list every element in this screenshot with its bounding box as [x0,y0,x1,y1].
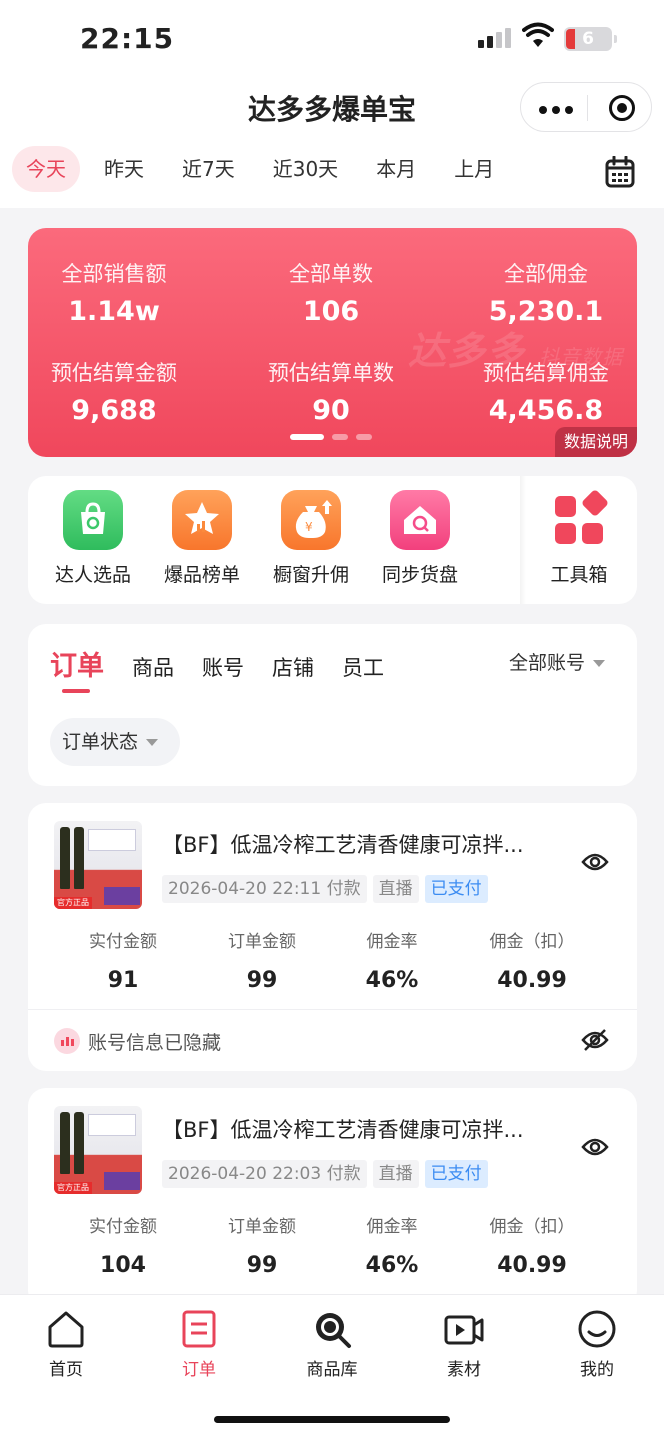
data-explain-button[interactable]: 数据说明 [555,427,637,457]
tab-orders[interactable]: 订单 [50,644,104,693]
chart-badge-icon [54,1028,80,1054]
order-channel: 直播 [372,875,419,903]
stat-est-orders: 预估结算单数 90 [268,361,394,426]
svg-text:¥: ¥ [305,520,313,534]
status-badge: 已支付 [424,875,488,903]
video-camera-icon [444,1315,484,1345]
order-status-dropdown[interactable]: 订单状态 [50,718,180,766]
tool-influencer-selection[interactable]: 达人选品 [45,490,141,587]
date-tab-yesterday[interactable]: 昨天 [90,146,158,192]
calendar-icon[interactable] [605,156,635,188]
tool-hot-ranking[interactable]: 爆品榜单 [154,490,250,587]
smile-icon [578,1310,616,1348]
order-channel: 直播 [372,1160,419,1188]
product-thumbnail: 官方正品 [54,821,142,909]
quick-tools: 达人选品 爆品榜单 ¥ 橱窗升佣 同步货盘 工具箱 [28,476,637,604]
tab-staff[interactable]: 员工 [342,652,384,682]
tab-accounts[interactable]: 账号 [202,652,244,682]
fig-commission: 佣金（扣） 40.99 [489,932,575,993]
account-dropdown[interactable]: 全部账号 [509,648,605,675]
home-icon [48,1311,84,1348]
carousel-dots [290,434,372,440]
fig-order-amount: 订单金额 99 [228,1217,296,1278]
date-range-bar: 今天 昨天 近7天 近30天 本月 上月 [0,138,664,208]
eye-off-icon[interactable] [581,1028,609,1052]
battery-icon: 6 [564,27,617,51]
stat-est-amount: 预估结算金额 9,688 [51,361,177,426]
fig-order-amount: 订单金额 99 [228,932,296,993]
wifi-icon [522,22,554,47]
toolbox-grid-icon [549,490,609,550]
order-time: 2026-04-20 22:11 付款 [162,875,367,903]
order-card[interactable]: 官方正品 【BF】低温冷榨工艺清香健康可凉拌... 2026-04-20 22:… [28,803,637,1071]
product-thumbnail: 官方正品 [54,1106,142,1194]
tool-toolbox[interactable]: 工具箱 [531,490,627,587]
fig-commission-rate: 佣金率 46% [365,1217,419,1278]
fig-commission-rate: 佣金率 46% [365,932,419,993]
stat-total-sales: 全部销售额 1.14w [61,262,167,327]
shopping-bag-search-icon [63,490,123,550]
tool-sync-inventory[interactable]: 同步货盘 [372,490,468,587]
star-chart-icon [172,490,232,550]
nav-materials[interactable]: 素材 [409,1309,519,1380]
date-tab-30days[interactable]: 近30天 [259,146,352,192]
search-icon [316,1313,351,1348]
status-time: 22:15 [80,22,175,55]
money-bag-up-icon: ¥ [281,490,341,550]
fig-paid: 实付金额 104 [89,1217,157,1278]
order-filter-panel: 订单 商品 账号 店铺 员工 全部账号 订单状态 [28,624,637,786]
miniprogram-capsule [520,82,652,132]
tool-window-commission[interactable]: ¥ 橱窗升佣 [263,490,359,587]
stat-total-orders: 全部单数 106 [289,262,373,327]
status-badge: 已支付 [424,1160,488,1188]
nav-mine[interactable]: 我的 [542,1309,652,1380]
tab-products[interactable]: 商品 [132,652,174,682]
tab-stores[interactable]: 店铺 [272,652,314,682]
fig-commission: 佣金（扣） 40.99 [489,1217,575,1278]
date-tab-today[interactable]: 今天 [12,146,80,192]
order-time: 2026-04-20 22:03 付款 [162,1160,367,1188]
status-bar: 22:15 6 [0,0,664,80]
product-title: 【BF】低温冷榨工艺清香健康可凉拌... [162,833,524,857]
product-title: 【BF】低温冷榨工艺清香健康可凉拌... [162,1118,524,1142]
eye-icon[interactable] [581,1136,609,1158]
date-tab-last-month[interactable]: 上月 [440,146,508,192]
eye-icon[interactable] [581,851,609,873]
sales-summary-card: 达多多 抖音数据 全部销售额 1.14w 全部单数 106 全部佣金 5,230.1 … [28,228,637,457]
nav-product-library[interactable]: 商品库 [277,1309,387,1380]
app-header: 达多多爆单宝 [0,80,664,138]
bottom-nav: 首页 订单 商品库 素材 我的 [0,1294,664,1436]
date-tab-this-month[interactable]: 本月 [362,146,430,192]
caret-down-icon [593,660,605,667]
signal-icon [478,28,511,48]
home-search-icon [390,490,450,550]
nav-home[interactable]: 首页 [11,1309,121,1380]
stat-total-commission: 全部佣金 5,230.1 [488,262,604,327]
battery-level: 6 [582,29,594,49]
account-hidden-text: 账号信息已隐藏 [88,1032,222,1054]
fig-paid: 实付金额 91 [89,932,157,993]
home-indicator [214,1416,450,1423]
date-tab-7days[interactable]: 近7天 [168,146,249,192]
nav-orders[interactable]: 订单 [144,1309,254,1380]
order-card[interactable]: 官方正品 【BF】低温冷榨工艺清香健康可凉拌... 2026-04-20 22:… [28,1088,637,1308]
caret-down-icon [146,739,159,746]
order-list-icon [182,1310,216,1348]
stat-est-commission: 预估结算佣金 4,456.8 [483,361,609,426]
more-icon[interactable] [539,106,573,114]
close-target-icon[interactable] [609,95,635,121]
account-hidden-row: 账号信息已隐藏 [28,1009,637,1071]
